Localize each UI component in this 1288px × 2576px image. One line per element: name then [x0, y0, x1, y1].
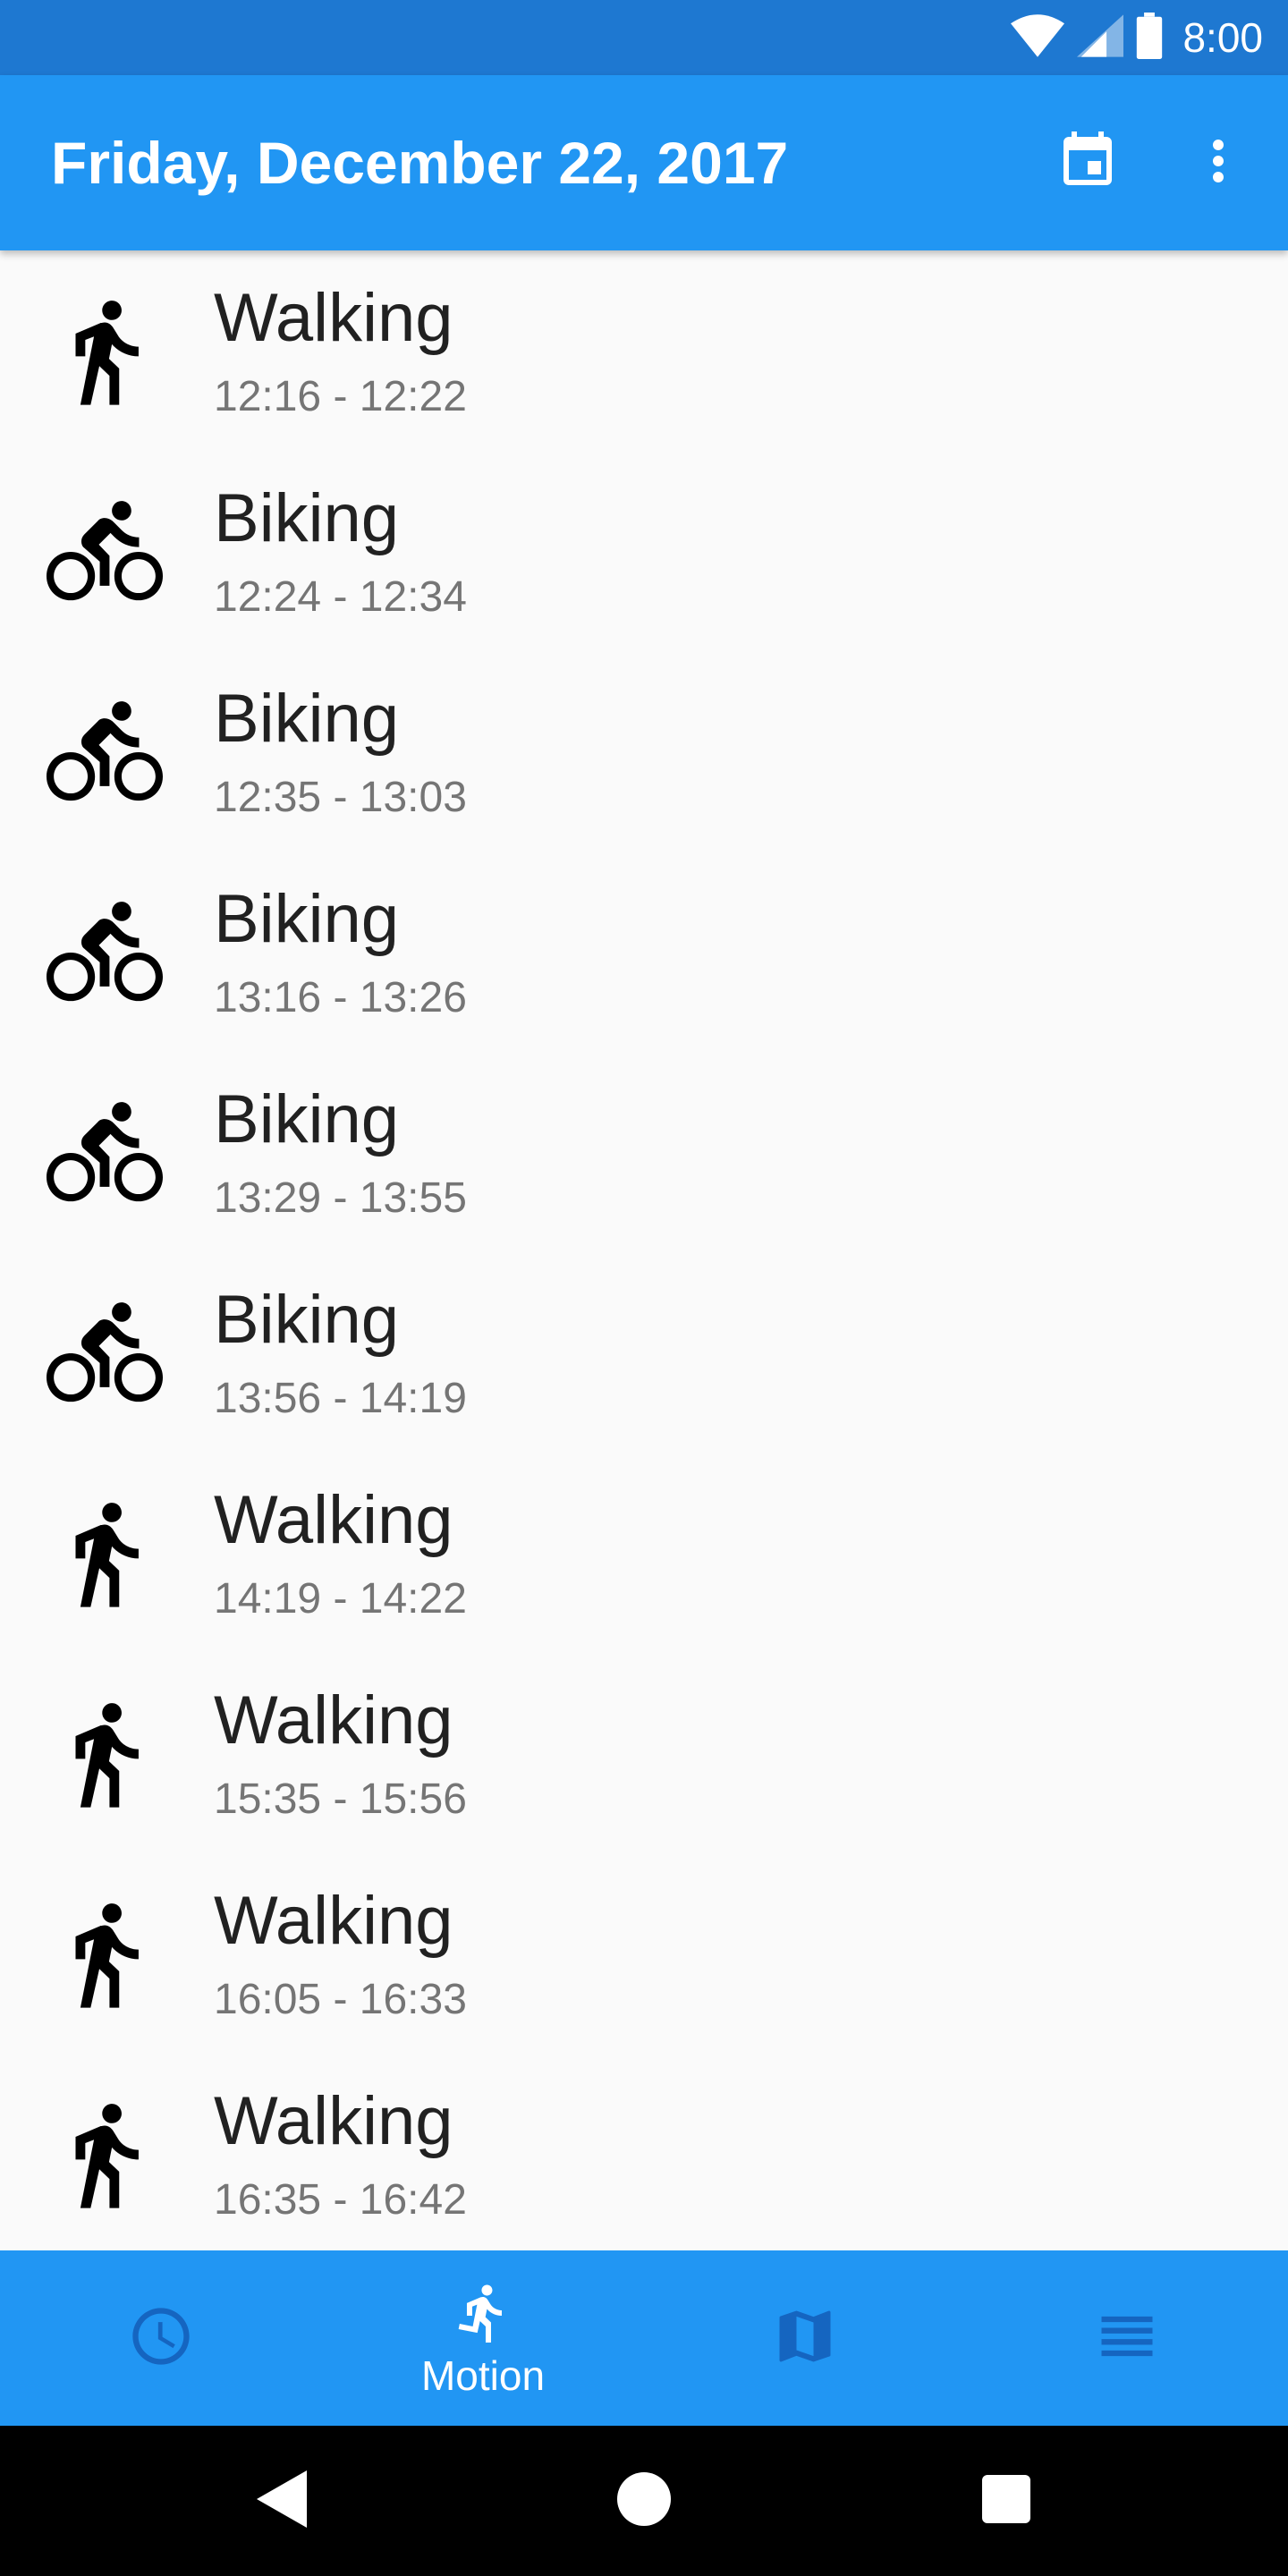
more-vert-icon: [1186, 129, 1250, 198]
walking-icon: [47, 1696, 163, 1812]
calendar-icon: [1055, 129, 1120, 198]
list-item[interactable]: Biking 13:56 - 14:19: [0, 1252, 1288, 1453]
list-item[interactable]: Biking 12:35 - 13:03: [0, 651, 1288, 852]
recents-button[interactable]: [962, 2456, 1051, 2546]
tab-history[interactable]: [0, 2250, 322, 2426]
activity-time: 16:35 - 16:42: [214, 2176, 467, 2224]
status-time: 8:00: [1182, 14, 1263, 61]
screen: 8:00 Friday, December 22, 2017 Walking 1…: [0, 0, 1288, 2576]
activity-label: Walking: [214, 2083, 453, 2159]
activity-time: 16:05 - 16:33: [214, 1976, 467, 2023]
list-item[interactable]: Biking 13:29 - 13:55: [0, 1052, 1288, 1252]
list-icon: [1093, 2302, 1161, 2375]
bike-icon: [47, 494, 163, 610]
tab-motion-label: Motion: [420, 2351, 546, 2399]
activity-label: Walking: [214, 1482, 453, 1558]
wifi-icon: [1011, 13, 1065, 62]
activity-label: Biking: [214, 681, 399, 757]
back-button[interactable]: [237, 2456, 326, 2546]
list-item[interactable]: Walking 14:19 - 14:22: [0, 1453, 1288, 1653]
activity-label: Walking: [214, 1682, 453, 1758]
activity-label: Biking: [214, 881, 399, 957]
activity-time: 13:56 - 14:19: [214, 1375, 467, 1422]
bike-icon: [47, 894, 163, 1011]
walking-icon: [47, 2097, 163, 2213]
activity-label: Biking: [214, 1081, 399, 1157]
activity-label: Walking: [214, 280, 453, 356]
clock-icon: [127, 2302, 195, 2375]
tab-log[interactable]: [966, 2250, 1288, 2426]
bike-icon: [47, 1095, 163, 1211]
bike-icon: [47, 1295, 163, 1411]
home-button[interactable]: [599, 2456, 689, 2546]
list-item[interactable]: Biking 12:24 - 12:34: [0, 451, 1288, 651]
activity-list: Walking 12:16 - 12:22 Biking 12:24 - 12:…: [0, 250, 1288, 2250]
bottom-navigation: Motion: [0, 2250, 1288, 2426]
status-icons: 8:00: [1011, 0, 1263, 75]
activity-time: 12:35 - 13:03: [214, 774, 467, 821]
battery-icon: [1136, 12, 1163, 64]
activity-time: 13:16 - 13:26: [214, 974, 467, 1021]
list-item[interactable]: Walking 12:16 - 12:22: [0, 250, 1288, 451]
list-item[interactable]: Walking 15:35 - 15:56: [0, 1653, 1288, 1853]
list-item[interactable]: Walking 16:35 - 16:42: [0, 2054, 1288, 2250]
activity-time: 15:35 - 15:56: [214, 1775, 467, 1823]
system-navigation-bar: [0, 2426, 1288, 2576]
status-bar: 8:00: [0, 0, 1288, 75]
bike-icon: [47, 694, 163, 810]
list-item[interactable]: Biking 13:16 - 13:26: [0, 852, 1288, 1052]
walking-icon: [47, 1896, 163, 2012]
back-icon: [257, 2470, 307, 2532]
activity-label: Biking: [214, 1282, 399, 1358]
calendar-button[interactable]: [1043, 118, 1132, 208]
activity-label: Walking: [214, 1883, 453, 1959]
activity-time: 14:19 - 14:22: [214, 1575, 467, 1623]
activity-time: 13:29 - 13:55: [214, 1174, 467, 1222]
page-title: Friday, December 22, 2017: [51, 130, 789, 196]
walking-icon: [47, 293, 163, 410]
cell-signal-icon: [1077, 13, 1124, 62]
home-icon: [617, 2471, 671, 2530]
activity-time: 12:24 - 12:34: [214, 573, 467, 621]
app-bar: Friday, December 22, 2017: [0, 75, 1288, 250]
map-icon: [771, 2302, 839, 2375]
list-item[interactable]: Walking 16:05 - 16:33: [0, 1853, 1288, 2054]
activity-time: 12:16 - 12:22: [214, 373, 467, 420]
tab-map[interactable]: [644, 2250, 966, 2426]
running-icon: [451, 2281, 515, 2350]
activity-label: Biking: [214, 480, 399, 556]
more-options-button[interactable]: [1174, 118, 1263, 208]
walking-icon: [47, 1496, 163, 1612]
tab-motion[interactable]: Motion: [322, 2250, 644, 2426]
recents-icon: [982, 2474, 1030, 2528]
